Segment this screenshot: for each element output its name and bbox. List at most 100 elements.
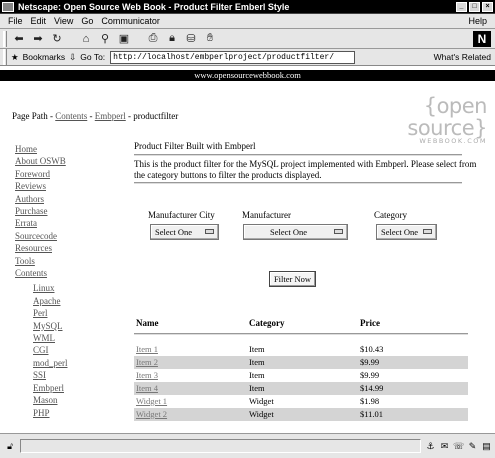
- back-icon[interactable]: ⬅: [12, 32, 26, 46]
- menu-bar: File Edit View Go Communicator Help: [0, 14, 495, 29]
- nav-tools-link[interactable]: Tools: [15, 255, 115, 267]
- subnav-embperl-link[interactable]: Embperl: [33, 382, 115, 394]
- netscape-icon[interactable]: ▣: [117, 32, 131, 46]
- home-icon[interactable]: ⌂: [79, 32, 93, 46]
- reload-icon[interactable]: ↻: [50, 32, 64, 46]
- page-title: Product Filter Built with Embperl: [134, 141, 256, 151]
- product-category: Item: [249, 357, 265, 367]
- stop-icon[interactable]: ✋︎: [203, 32, 217, 46]
- goto-label: Go To:: [80, 52, 106, 62]
- window-menu-icon[interactable]: [2, 1, 14, 12]
- print-icon[interactable]: ⎙: [146, 32, 160, 46]
- left-nav: Home About OSWB Foreword Reviews Authors…: [15, 143, 115, 419]
- breadcrumb-contents-link[interactable]: Contents: [55, 111, 87, 121]
- manufacturer-city-select-value: Select One: [155, 227, 193, 237]
- product-name-link[interactable]: Item 4: [136, 383, 158, 393]
- page-content[interactable]: www.opensourcewebbook.com Page Path - Co…: [0, 66, 495, 433]
- logo-subtext: WEBBOOK.COM: [419, 137, 487, 145]
- maximize-icon[interactable]: □: [469, 1, 480, 12]
- window-titlebar: Netscape: Open Source Web Book - Product…: [0, 0, 495, 14]
- logo-text: {open source}: [407, 94, 487, 140]
- divider: [134, 182, 462, 184]
- bookmarks-icon[interactable]: ★: [11, 52, 19, 63]
- menu-help[interactable]: Help: [468, 16, 487, 26]
- nav-resources-link[interactable]: Resources: [15, 242, 115, 254]
- subnav-perl-link[interactable]: Perl: [33, 307, 115, 319]
- subnav-mason-link[interactable]: Mason: [33, 394, 115, 406]
- column-header-category: Category: [249, 318, 285, 328]
- nav-home-link[interactable]: Home: [15, 143, 115, 155]
- manufacturer-select-value: Select One: [269, 227, 308, 237]
- subnav-mysql-link[interactable]: MySQL: [33, 320, 115, 332]
- nav-authors-link[interactable]: Authors: [15, 193, 115, 205]
- security-icon[interactable]: 🔒︎: [165, 32, 179, 46]
- subnav-wml-link[interactable]: WML: [33, 332, 115, 344]
- menu-view[interactable]: View: [54, 16, 73, 26]
- navigation-toolbar: ⬅ ➡ ↻ ⌂ ⚲ ▣ ⎙ 🔒︎ ⛁ ✋︎ N: [0, 29, 495, 49]
- component-bar-news-icon[interactable]: ☏: [453, 441, 464, 452]
- component-bar-mail-icon[interactable]: ✉︎: [439, 441, 450, 452]
- table-row: Item 1 Item $10.43: [134, 343, 468, 356]
- product-category: Widget: [249, 396, 274, 406]
- nav-sourcecode-link[interactable]: Sourcecode: [15, 230, 115, 242]
- product-price: $10.43: [360, 344, 384, 354]
- subnav-linux-link[interactable]: Linux: [33, 282, 115, 294]
- location-grip[interactable]: [3, 49, 7, 65]
- table-row: Widget 2 Widget $11.01: [134, 408, 468, 421]
- option-menu-indicator-icon: [334, 229, 343, 234]
- table-row: Widget 1 Widget $1.98: [134, 395, 468, 408]
- minimize-icon[interactable]: _: [456, 1, 467, 12]
- subnav-php-link[interactable]: PHP: [33, 407, 115, 419]
- toolbar-grip[interactable]: [3, 30, 7, 47]
- product-category: Widget: [249, 409, 274, 419]
- menu-edit[interactable]: Edit: [31, 16, 47, 26]
- breadcrumb-embperl-link[interactable]: Embperl: [95, 111, 126, 121]
- nav-about-link[interactable]: About OSWB: [15, 155, 115, 167]
- subnav-ssi-link[interactable]: SSI: [33, 369, 115, 381]
- product-name-link[interactable]: Item 3: [136, 370, 158, 380]
- site-logo: {open source} WEBBOOK.COM: [375, 95, 487, 145]
- page-proxy-icon[interactable]: ⇩: [69, 52, 76, 63]
- nav-foreword-link[interactable]: Foreword: [15, 168, 115, 180]
- product-name-link[interactable]: Widget 1: [136, 396, 167, 406]
- filter-now-button[interactable]: Filter Now: [269, 271, 316, 287]
- nav-reviews-link[interactable]: Reviews: [15, 180, 115, 192]
- category-label: Category: [374, 210, 407, 220]
- manufacturer-city-select[interactable]: Select One: [150, 224, 219, 240]
- shop-icon[interactable]: ⛁: [184, 32, 198, 46]
- status-bar: 🔓︎ ⚓︎ ✉︎ ☏ ✎ ▤: [0, 433, 495, 458]
- subnav-apache-link[interactable]: Apache: [33, 295, 115, 307]
- subnav-modperl-link[interactable]: mod_perl: [33, 357, 115, 369]
- category-select[interactable]: Select One: [376, 224, 437, 240]
- menu-file[interactable]: File: [8, 16, 23, 26]
- netscape-logo: N: [473, 30, 491, 47]
- nav-errata-link[interactable]: Errata: [15, 217, 115, 229]
- search-icon[interactable]: ⚲: [98, 32, 112, 46]
- nav-contents-link[interactable]: Contents: [15, 267, 115, 279]
- bookmarks-button[interactable]: Bookmarks: [23, 52, 66, 62]
- nav-purchase-link[interactable]: Purchase: [15, 205, 115, 217]
- component-bar-navigator-icon[interactable]: ⚓︎: [425, 441, 436, 452]
- manufacturer-select[interactable]: Select One: [243, 224, 348, 240]
- location-bar: ★ Bookmarks ⇩ Go To: http://localhost/em…: [0, 49, 495, 66]
- window-title: Netscape: Open Source Web Book - Product…: [18, 1, 290, 12]
- component-bar-composer-icon[interactable]: ✎: [467, 441, 478, 452]
- component-bar-extra-icon[interactable]: ▤: [481, 441, 492, 452]
- product-category: Item: [249, 370, 265, 380]
- product-name-link[interactable]: Item 1: [136, 344, 158, 354]
- product-price: $14.99: [360, 383, 384, 393]
- forward-icon[interactable]: ➡: [31, 32, 45, 46]
- whats-related-button[interactable]: What's Related: [434, 52, 491, 62]
- breadcrumb: Page Path - Contents - Embperl - product…: [12, 111, 178, 121]
- url-input[interactable]: http://localhost/embperlproject/productf…: [110, 50, 356, 64]
- breadcrumb-label: Page Path -: [12, 111, 56, 121]
- security-status-icon[interactable]: 🔓︎: [4, 441, 16, 451]
- subnav-cgi-link[interactable]: CGI: [33, 344, 115, 356]
- menu-go[interactable]: Go: [81, 16, 93, 26]
- table-row: Item 3 Item $9.99: [134, 369, 468, 382]
- menu-communicator[interactable]: Communicator: [101, 16, 160, 26]
- product-name-link[interactable]: Item 2: [136, 357, 158, 367]
- product-name-link[interactable]: Widget 2: [136, 409, 167, 419]
- close-icon[interactable]: ×: [482, 1, 493, 12]
- column-header-price: Price: [360, 318, 380, 328]
